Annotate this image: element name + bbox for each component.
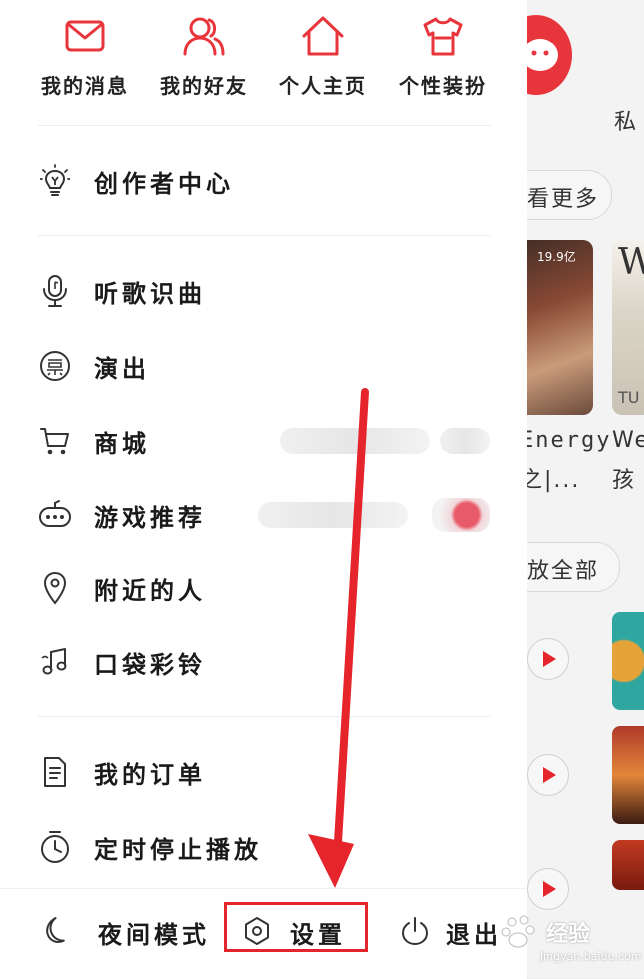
night-mode-label: 夜间模式: [98, 921, 210, 949]
card2-subtitle: 孩: [612, 468, 637, 493]
menu-label: 附近的人: [94, 576, 206, 605]
logout-label: 退出: [446, 921, 502, 949]
microphone-icon: [38, 274, 72, 308]
card1-subtitle: 之|...: [520, 468, 581, 493]
performance-item[interactable]: 演出: [38, 341, 498, 391]
mall-promo-blurred: [280, 428, 430, 454]
lightbulb-icon: [38, 164, 72, 198]
playlist-card-wes[interactable]: W TU: [612, 240, 644, 415]
cart-icon: [38, 424, 72, 458]
shortcut-label: 我的消息: [41, 74, 129, 98]
menu-label: 定时停止播放: [94, 835, 262, 864]
gamepad-icon: [38, 498, 72, 532]
game-promo-blurred: [258, 502, 408, 528]
menu-label: 演出: [94, 354, 150, 383]
song-play-button[interactable]: [527, 754, 569, 796]
watermark-url: jingyan.baidu.com: [540, 950, 642, 963]
song-play-button[interactable]: [527, 638, 569, 680]
menu-label: 游戏推荐: [94, 503, 206, 532]
card1-title: Energy: [520, 428, 612, 453]
friends-icon: [183, 17, 225, 56]
creator-center-item[interactable]: 创作者中心: [38, 156, 498, 206]
menu-label: 听歌识曲: [94, 279, 206, 308]
divider: [38, 125, 491, 126]
location-pin-icon: [38, 571, 72, 605]
document-icon: [38, 755, 72, 789]
paw-logo-icon: [501, 915, 535, 948]
home-icon: [302, 16, 344, 56]
game-promo-blurred: [432, 498, 490, 532]
menu-label: 创作者中心: [94, 169, 234, 198]
personal-homepage-button[interactable]: 个人主页: [268, 14, 378, 99]
private-label: 私: [614, 110, 639, 135]
my-friends-button[interactable]: 我的好友: [149, 14, 259, 99]
menu-label: 我的订单: [94, 760, 206, 789]
song-play-button[interactable]: [527, 868, 569, 910]
timer-icon: [38, 830, 72, 864]
side-drawer: 我的消息 我的好友 个人主页 个性装扮 创作者中心 听歌识曲 演出 商城 游戏推…: [0, 0, 527, 978]
logout-button[interactable]: 退出: [400, 915, 502, 950]
song-thumbnail: [612, 612, 644, 710]
personal-theme-button[interactable]: 个性装扮: [388, 14, 498, 99]
nearby-people-item[interactable]: 附近的人: [38, 563, 498, 613]
shortcut-label: 我的好友: [160, 74, 248, 98]
power-icon: [400, 916, 430, 950]
night-mode-button[interactable]: 夜间模式: [40, 915, 210, 950]
divider: [38, 716, 491, 717]
shortcut-label: 个性装扮: [399, 74, 487, 98]
tshirt-icon: [423, 17, 463, 56]
song-recognition-item[interactable]: 听歌识曲: [38, 266, 498, 316]
sleep-timer-item[interactable]: 定时停止播放: [38, 822, 498, 872]
mall-promo-blurred: [440, 428, 490, 454]
ticket-icon: [38, 349, 72, 383]
my-orders-item[interactable]: 我的订单: [38, 747, 498, 797]
divider: [38, 235, 491, 236]
shortcut-label: 个人主页: [279, 74, 367, 98]
menu-label: 口袋彩铃: [94, 650, 206, 679]
moon-icon: [40, 916, 70, 950]
my-messages-button[interactable]: 我的消息: [30, 14, 140, 99]
music-note-icon: [38, 645, 72, 679]
song-thumbnail: [612, 840, 644, 890]
settings-highlight-box: [224, 902, 368, 952]
pocket-ringtone-item[interactable]: 口袋彩铃: [38, 637, 498, 687]
baidu-jingyan-watermark: 经验 jingyan.baidu.com: [500, 906, 642, 972]
card2-title: Wes: [612, 428, 644, 453]
play-count: 19.9亿: [537, 250, 576, 264]
song-thumbnail: [612, 726, 644, 824]
mail-icon: [65, 20, 105, 52]
menu-label: 商城: [94, 429, 150, 458]
watermark-text: 经验: [546, 922, 591, 947]
